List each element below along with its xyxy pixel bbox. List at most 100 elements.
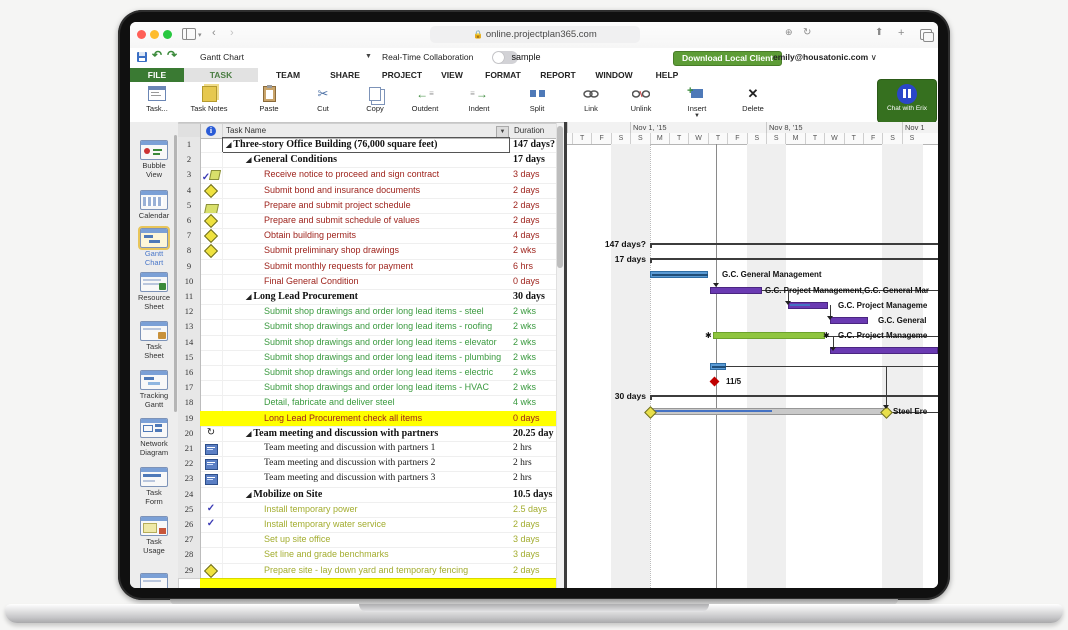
task-name-cell[interactable]: Submit bond and insurance documents — [222, 183, 510, 199]
sidebar-item-bubble-view[interactable]: Bubble View — [130, 140, 178, 179]
table-row[interactable]: 4 Submit bond and insurance documents 2 da… — [178, 182, 556, 199]
toolbar-button-split[interactable]: Split — [514, 85, 560, 113]
menu-item-view[interactable]: VIEW — [436, 68, 468, 82]
table-row[interactable]: 15 Submit shop drawings and order long le… — [178, 349, 556, 366]
table-row[interactable]: 28 Set line and grade benchmarks 3 days — [178, 547, 556, 564]
view-selector[interactable]: Gantt Chart — [200, 52, 244, 62]
menu-item-share[interactable]: SHARE — [326, 68, 364, 82]
duration-cell[interactable]: 17 days — [510, 152, 556, 169]
sidebar-item-calendar[interactable]: Calendar — [130, 190, 178, 221]
duration-cell[interactable]: 6 hrs — [510, 259, 556, 275]
traffic-minimize-button[interactable] — [150, 30, 159, 39]
duration-cell[interactable]: 2 wks — [510, 380, 556, 397]
task-name-cell[interactable]: Prepare and submit project schedule — [222, 198, 510, 214]
traffic-zoom-button[interactable] — [163, 30, 172, 39]
task-name-cell[interactable]: Install temporary power — [222, 502, 510, 518]
toolbar-button-unlink[interactable]: Unlink — [618, 85, 664, 113]
menu-item-file[interactable]: FILE — [130, 68, 184, 82]
duration-cell[interactable]: 3 days — [510, 547, 556, 564]
task-name-cell[interactable]: Submit shop drawings and order long lead… — [222, 304, 510, 321]
duration-cell[interactable]: 4 wks — [510, 395, 556, 412]
collapse-triangle-icon[interactable]: ◢ — [226, 141, 231, 149]
sidebar-scrollbar[interactable] — [174, 135, 177, 412]
task-name-cell[interactable]: Set line and grade benchmarks — [222, 547, 510, 564]
chevron-down-icon[interactable]: ▾ — [198, 31, 202, 39]
task-name-header[interactable]: Task Name — [226, 126, 266, 135]
duration-cell[interactable]: 2 days — [510, 563, 556, 579]
task-name-cell[interactable]: Team meeting and discussion with partner… — [222, 441, 510, 458]
table-row[interactable]: 5 Prepare and submit project schedule 2 da… — [178, 197, 556, 214]
menu-item-window[interactable]: WINDOW — [592, 68, 636, 82]
menu-item-format[interactable]: FORMAT — [482, 68, 524, 82]
toolbar-button-task-notes[interactable]: Task Notes — [186, 85, 232, 113]
table-row[interactable]: 27 Set up site office 3 days — [178, 532, 556, 549]
toolbar-button-link[interactable]: Link — [568, 85, 614, 113]
task-name-cell[interactable]: Submit monthly requests for payment — [222, 259, 510, 275]
table-row[interactable]: 20 ↻ ◢ Team meeting and discussion with par… — [178, 425, 556, 442]
sidebar-item-task-sheet[interactable]: Task Sheet — [130, 321, 178, 360]
task-name-cell[interactable]: Team meeting and discussion with partner… — [222, 456, 510, 473]
collapse-triangle-icon[interactable]: ◢ — [246, 430, 251, 438]
table-row[interactable]: 26 ✓ Install temporary water service 2 days — [178, 517, 556, 534]
table-row[interactable]: 1 ◢ Three-story Office Building (76,000 sq… — [178, 137, 556, 154]
save-button[interactable] — [137, 52, 147, 62]
redo-button[interactable]: ↷ — [167, 48, 177, 62]
table-row[interactable]: 14 Submit shop drawings and order long le… — [178, 334, 556, 351]
toolbar-button-task[interactable]: Task... — [134, 85, 180, 113]
task-name-cell[interactable]: Submit shop drawings and order long lead… — [222, 365, 510, 382]
table-row[interactable]: 21 Team meeting and discussion with partn… — [178, 441, 556, 458]
task-name-cell[interactable]: ◢ Mobilize on Site — [222, 487, 510, 503]
download-local-client-button[interactable]: Download Local Client — [673, 51, 783, 66]
duration-cell[interactable]: 147 days? — [510, 137, 556, 154]
task-name-cell[interactable]: Submit shop drawings and order long lead… — [222, 319, 510, 336]
view-selector-caret-icon[interactable]: ▼ — [365, 53, 372, 60]
task-name-cell[interactable]: Set up site office — [222, 532, 510, 549]
duration-cell[interactable]: 4 days — [510, 228, 556, 245]
table-row[interactable]: 8 Submit preliminary shop drawings 2 wks — [178, 243, 556, 260]
gantt-bar[interactable] — [830, 317, 868, 324]
table-row[interactable]: 6 Prepare and submit schedule of values 2 … — [178, 213, 556, 230]
toolbar-button-outdent[interactable]: ← ≡ Outdent — [402, 85, 448, 114]
table-row[interactable]: 23 Team meeting and discussion with partn… — [178, 471, 556, 488]
toolbar-button-indent[interactable]: ≡ → Indent — [456, 85, 502, 114]
share-icon[interactable]: ⬆ — [875, 27, 883, 38]
insert-caret-icon[interactable]: ▼ — [674, 113, 720, 119]
duration-cell[interactable]: 2 days — [510, 183, 556, 199]
duration-cell[interactable]: 2 days — [510, 198, 556, 214]
gantt-bar[interactable] — [650, 271, 708, 279]
duration-cell[interactable]: 2 wks — [510, 365, 556, 382]
table-row[interactable]: 29 Prepare site - lay down yard and tempo… — [178, 562, 556, 579]
collapse-triangle-icon[interactable]: ◢ — [246, 293, 251, 301]
forward-button[interactable]: › — [230, 27, 234, 39]
sidebar-item-tracking-gantt[interactable]: Tracking Gantt — [130, 370, 178, 409]
reload-icon[interactable]: ↻ — [803, 27, 811, 38]
table-row[interactable]: 24 ◢ Mobilize on Site 10.5 days — [178, 486, 556, 503]
duration-cell[interactable]: 2 wks — [510, 243, 556, 260]
toolbar-button-paste[interactable]: Paste — [246, 84, 292, 113]
menu-item-task[interactable]: TASK — [184, 68, 258, 82]
toolbar-button-delete[interactable]: ✕ Delete — [730, 85, 776, 114]
task-name-cell[interactable]: Submit shop drawings and order long lead… — [222, 335, 510, 351]
task-name-cell[interactable]: Final General Condition — [222, 274, 510, 290]
table-row[interactable]: 7 Obtain building permits 4 days — [178, 228, 556, 245]
table-row[interactable]: 22 Team meeting and discussion with partn… — [178, 456, 556, 473]
sidebar-item-resource-sheet[interactable]: Resource Sheet — [130, 272, 178, 311]
duration-cell[interactable]: 2.5 days — [510, 502, 556, 518]
sidebar-item-task-form[interactable]: Task Form — [130, 467, 178, 506]
duration-cell[interactable]: 10.5 days — [510, 487, 556, 503]
task-name-cell[interactable]: Submit shop drawings and order long lead… — [222, 380, 510, 397]
menu-item-team[interactable]: TEAM — [270, 68, 306, 82]
tab-overview-icon[interactable] — [920, 29, 934, 42]
milestone-diamond-red[interactable] — [709, 376, 720, 387]
back-button[interactable]: ‹ — [212, 27, 216, 39]
duration-cell[interactable]: 2 wks — [510, 350, 556, 366]
task-name-cell[interactable]: Submit preliminary shop drawings — [222, 243, 510, 260]
menu-item-project[interactable]: PROJECT — [380, 68, 424, 82]
table-row[interactable]: 2 ◢ General Conditions 17 days — [178, 152, 556, 169]
table-row[interactable]: 25 ✓ Install temporary power 2.5 days — [178, 501, 556, 518]
duration-cell[interactable]: 2 wks — [510, 304, 556, 321]
task-name-cell[interactable]: Submit shop drawings and order long lead… — [222, 350, 510, 366]
gantt-bar[interactable] — [710, 286, 762, 294]
menu-item-report[interactable]: REPORT — [538, 68, 578, 82]
account-menu[interactable]: emily@housatonic.com ∨ — [773, 52, 877, 63]
